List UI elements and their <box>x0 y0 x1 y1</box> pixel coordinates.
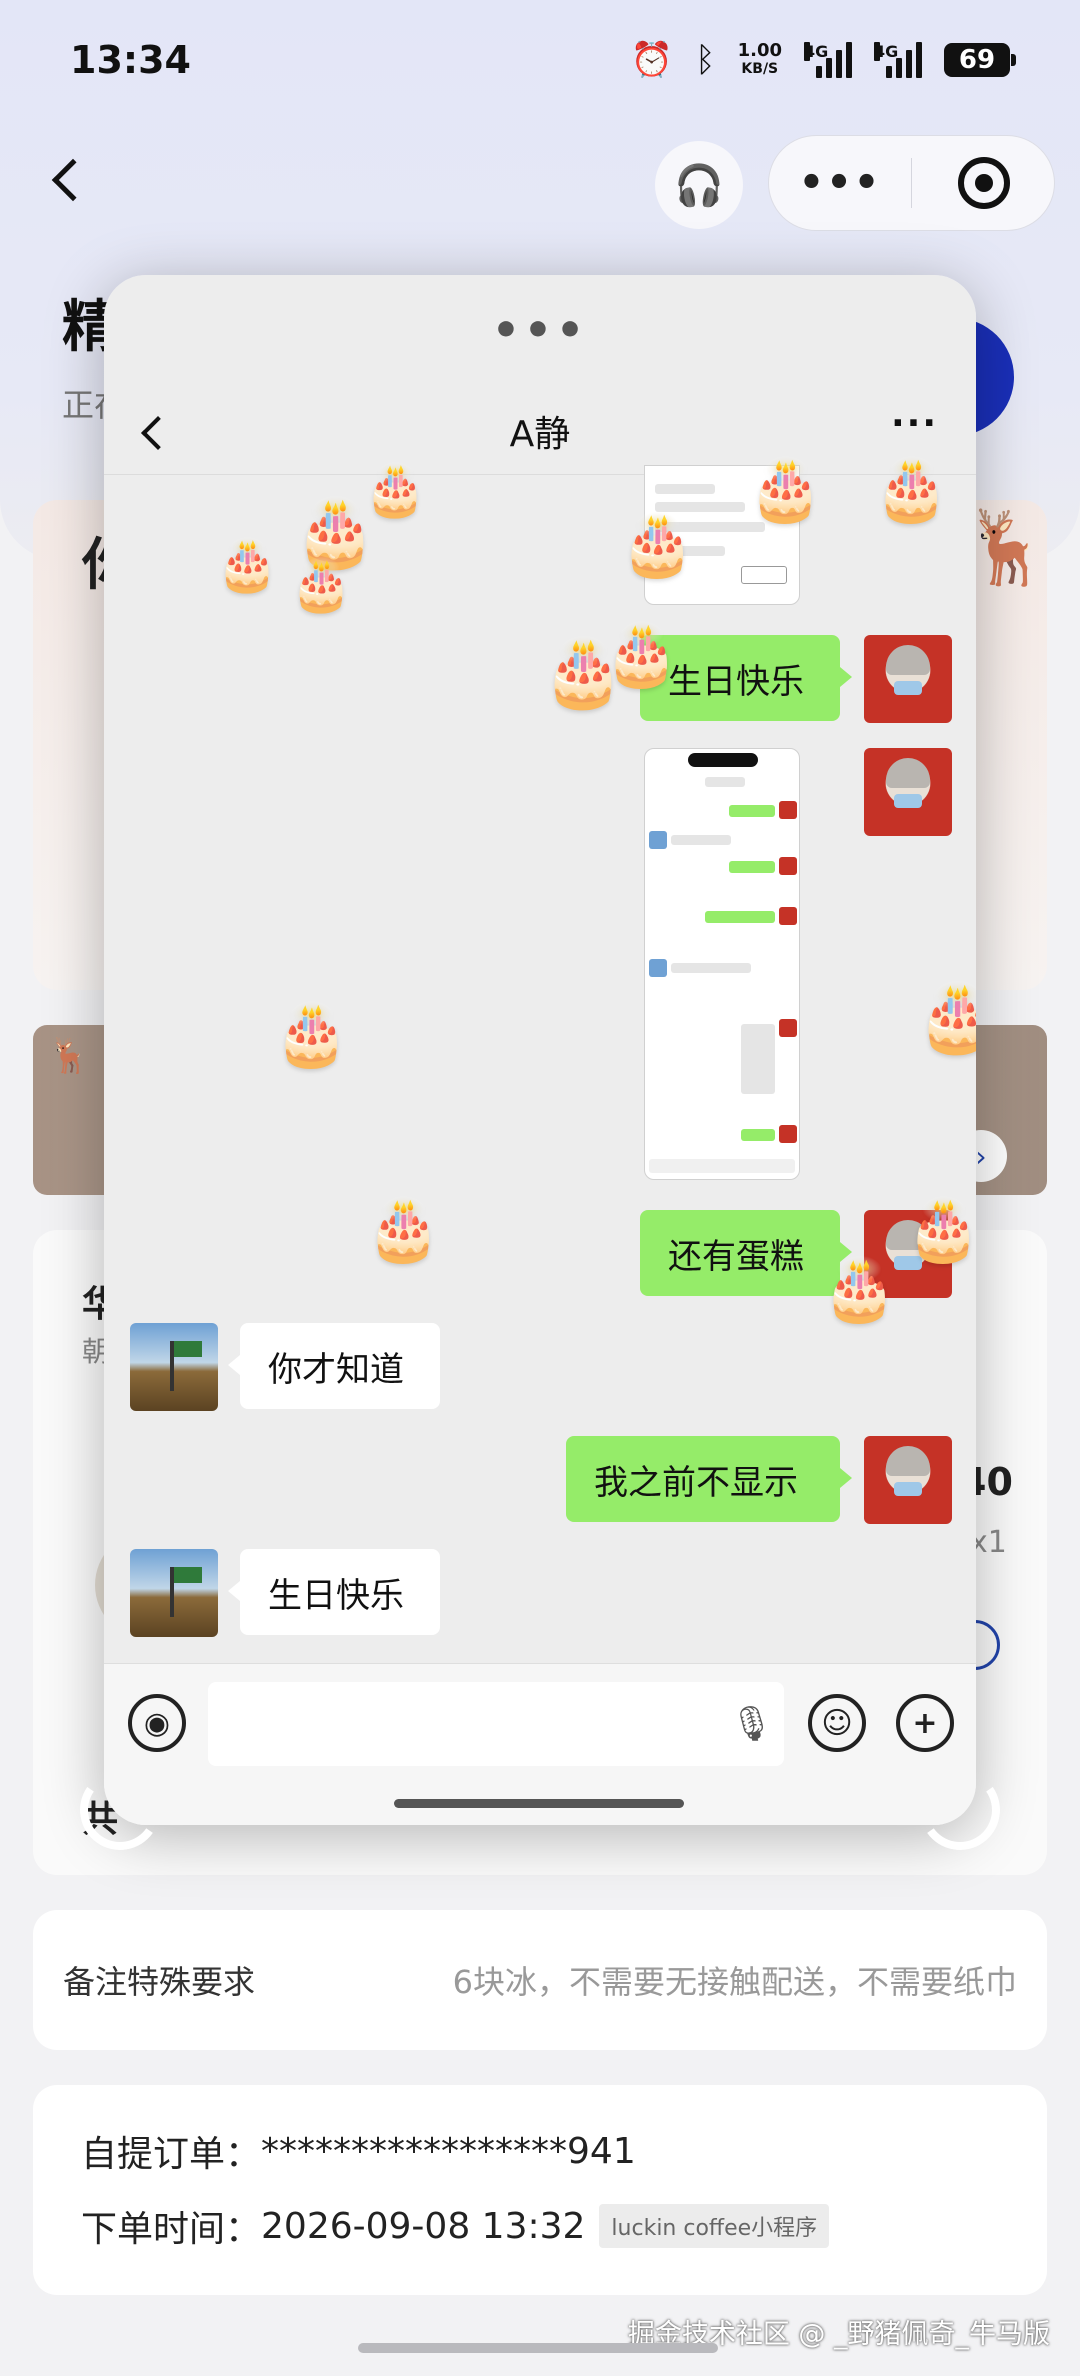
floating-chat-window[interactable]: ••• A静 ··· 生日快乐 还有蛋糕 你才知道 我之前不显示 生日快乐 🎂 … <box>104 275 976 1825</box>
order-number-value: *****************941 <box>261 2130 636 2172</box>
net-speed: 1.00 KB/S <box>738 42 782 78</box>
close-miniprogram-button[interactable] <box>958 157 1010 209</box>
net-speed-value: 1.00 <box>737 40 782 61</box>
message-text: 我之前不显示 <box>594 1462 798 1503</box>
target-icon <box>975 174 993 192</box>
avatar-me[interactable] <box>864 748 952 836</box>
remark-label: 备注特殊要求 <box>63 1963 256 2001</box>
message-text: 生日快乐 <box>268 1575 404 1616</box>
message-image[interactable] <box>644 748 800 1180</box>
more-menu-button[interactable]: ••• <box>769 160 911 206</box>
alarm-icon: ⏰ <box>630 40 674 80</box>
net-speed-unit: KB/S <box>741 61 779 77</box>
signal-label-2: 4G <box>874 42 899 61</box>
message-text: 你才知道 <box>268 1349 404 1390</box>
headset-icon: 🎧 <box>674 162 724 209</box>
signal-icon-2: 4G <box>874 42 922 78</box>
avatar-contact[interactable] <box>130 1549 218 1637</box>
emoji-icon[interactable]: ☺ <box>808 1694 866 1752</box>
more-icon[interactable]: ··· <box>891 403 938 444</box>
cake-icon: 🎂 <box>906 1195 976 1265</box>
bluetooth-icon: ᛒ <box>695 40 716 80</box>
message-text: 还有蛋糕 <box>668 1236 804 1277</box>
order-time-label: 下单时间： <box>81 2209 262 2250</box>
cake-icon: 🎂 <box>290 556 353 614</box>
order-time-row: 下单时间： 2026-09-08 13:32 luckin coffee小程序 <box>81 2200 830 2252</box>
window-home-indicator[interactable] <box>394 1799 684 1808</box>
order-number-row: 自提订单： *****************941 <box>81 2125 636 2177</box>
window-grip[interactable]: ••• <box>104 305 976 356</box>
home-indicator[interactable] <box>358 2343 718 2353</box>
order-number-label: 自提订单： <box>81 2134 262 2175</box>
battery-icon: 69 <box>944 43 1016 77</box>
voice-icon[interactable]: ◉ <box>128 1694 186 1752</box>
cake-icon: 🎂 <box>748 455 823 525</box>
status-bar: 13:34 ⏰ ᛒ 1.00 KB/S 4G 4G 69 <box>0 0 1080 120</box>
mic-icon[interactable]: 🎙 <box>730 1704 773 1744</box>
luckin-logo-icon: 🦌 <box>48 1036 91 1076</box>
message-input[interactable] <box>208 1682 784 1766</box>
remark-value: 6块冰，不需要无接触配送，不需要纸巾 <box>452 1963 1017 2001</box>
cake-icon: 🎂 <box>604 620 679 690</box>
source-tag: luckin coffee小程序 <box>599 2204 830 2248</box>
cake-icon: 🎂 <box>916 979 976 1056</box>
cake-icon: 🎂 <box>216 536 279 594</box>
avatar-contact[interactable] <box>130 1323 218 1411</box>
order-info-card: 自提订单： *****************941 下单时间： 2026-09… <box>33 2085 1047 2295</box>
status-time: 13:34 <box>70 38 191 82</box>
remark-card[interactable]: 备注特殊要求 6块冰，不需要无接触配送，不需要纸巾 <box>33 1910 1047 2050</box>
cake-icon: 🎂 <box>822 1255 897 1325</box>
order-time-value: 2026-09-08 13:32 <box>261 2205 586 2247</box>
chat-title: A静 <box>509 414 571 455</box>
chat-header: A静 ··· <box>104 385 976 475</box>
signal-icon-1: 4G <box>804 42 852 78</box>
cake-icon: 🎂 <box>874 455 949 525</box>
plus-icon[interactable]: + <box>896 1694 954 1752</box>
miniprogram-capsule: ••• <box>768 135 1055 231</box>
message-bubble-contact[interactable]: 你才知道 <box>228 1323 440 1409</box>
capsule-divider <box>911 158 912 208</box>
signal-label-1: 4G <box>804 42 829 61</box>
message-text: 生日快乐 <box>668 661 804 702</box>
status-icons: ⏰ ᛒ 1.00 KB/S 4G 4G 69 <box>630 40 1016 80</box>
message-bubble-me[interactable]: 还有蛋糕 <box>640 1210 852 1296</box>
nav-bar: 🎧 ••• <box>0 135 1080 235</box>
cake-icon: 🎂 <box>620 510 695 580</box>
avatar-me[interactable] <box>864 635 952 723</box>
message-bubble-me[interactable]: 我之前不显示 <box>566 1436 852 1522</box>
customer-service-button[interactable]: 🎧 <box>655 141 743 229</box>
message-bubble-contact[interactable]: 生日快乐 <box>228 1549 440 1635</box>
avatar-me[interactable] <box>864 1436 952 1524</box>
cake-icon: 🎂 <box>274 1000 349 1070</box>
cake-icon: 🎂 <box>366 1195 441 1265</box>
back-icon[interactable] <box>51 158 95 202</box>
